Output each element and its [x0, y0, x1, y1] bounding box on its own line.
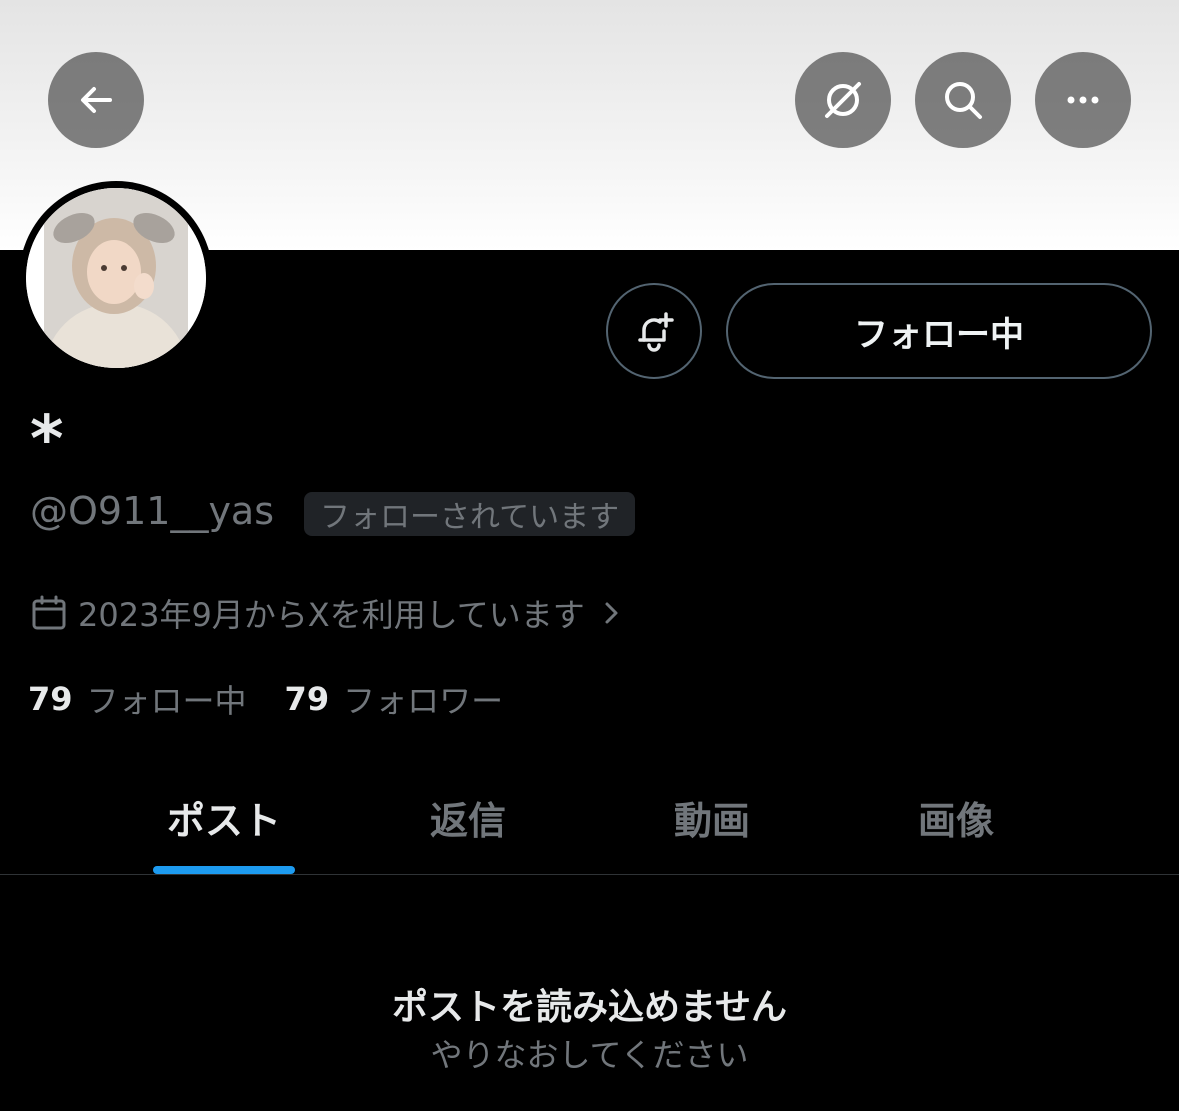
empty-state-subtitle: やりなおしてください: [430, 1036, 749, 1074]
tabs-divider: [0, 874, 1179, 875]
display-name: *: [30, 403, 64, 477]
tab-posts[interactable]: ポスト: [102, 760, 346, 874]
joined-text: 2023年9月からXを利用しています: [78, 596, 585, 634]
search-button[interactable]: [915, 52, 1011, 148]
follow-stats: 79 フォロー中 79 フォロワー: [28, 676, 541, 722]
more-icon: [1067, 96, 1099, 104]
tab-videos[interactable]: 動画: [590, 760, 834, 874]
tab-replies-label: 返信: [429, 798, 506, 843]
more-button[interactable]: [1035, 52, 1131, 148]
following-count[interactable]: 79: [28, 680, 73, 718]
tab-replies[interactable]: 返信: [346, 760, 590, 874]
back-button[interactable]: [48, 52, 144, 148]
avatar[interactable]: [19, 181, 213, 375]
tab-images-label: 画像: [917, 798, 994, 843]
following-label[interactable]: フォロー中: [87, 676, 247, 722]
notify-button[interactable]: [606, 283, 702, 379]
search-icon: [945, 82, 982, 119]
followers-label[interactable]: フォロワー: [343, 676, 503, 722]
arrow-left-icon: [81, 87, 112, 113]
chevron-right-icon: [605, 602, 618, 624]
followers-count[interactable]: 79: [285, 680, 330, 718]
handle: @O911__yas: [30, 489, 275, 533]
tab-posts-label: ポスト: [166, 798, 281, 843]
joined-date[interactable]: 2023年9月からXを利用しています: [30, 590, 635, 636]
tab-videos-label: 動画: [673, 798, 750, 843]
avatar-photo: [26, 188, 206, 368]
bell-plus-icon: [638, 312, 674, 352]
calendar-icon: [32, 595, 66, 630]
follows-you-badge: フォローされています: [304, 492, 636, 536]
profile-tabs: ポスト 返信 動画 画像: [0, 760, 1179, 874]
grok-icon: [825, 82, 861, 118]
following-button[interactable]: フォロー中: [726, 283, 1152, 379]
active-tab-indicator: [153, 866, 295, 874]
tab-images[interactable]: 画像: [834, 760, 1078, 874]
empty-state-title: ポストを読み込めません: [392, 987, 787, 1028]
grok-button[interactable]: [795, 52, 891, 148]
